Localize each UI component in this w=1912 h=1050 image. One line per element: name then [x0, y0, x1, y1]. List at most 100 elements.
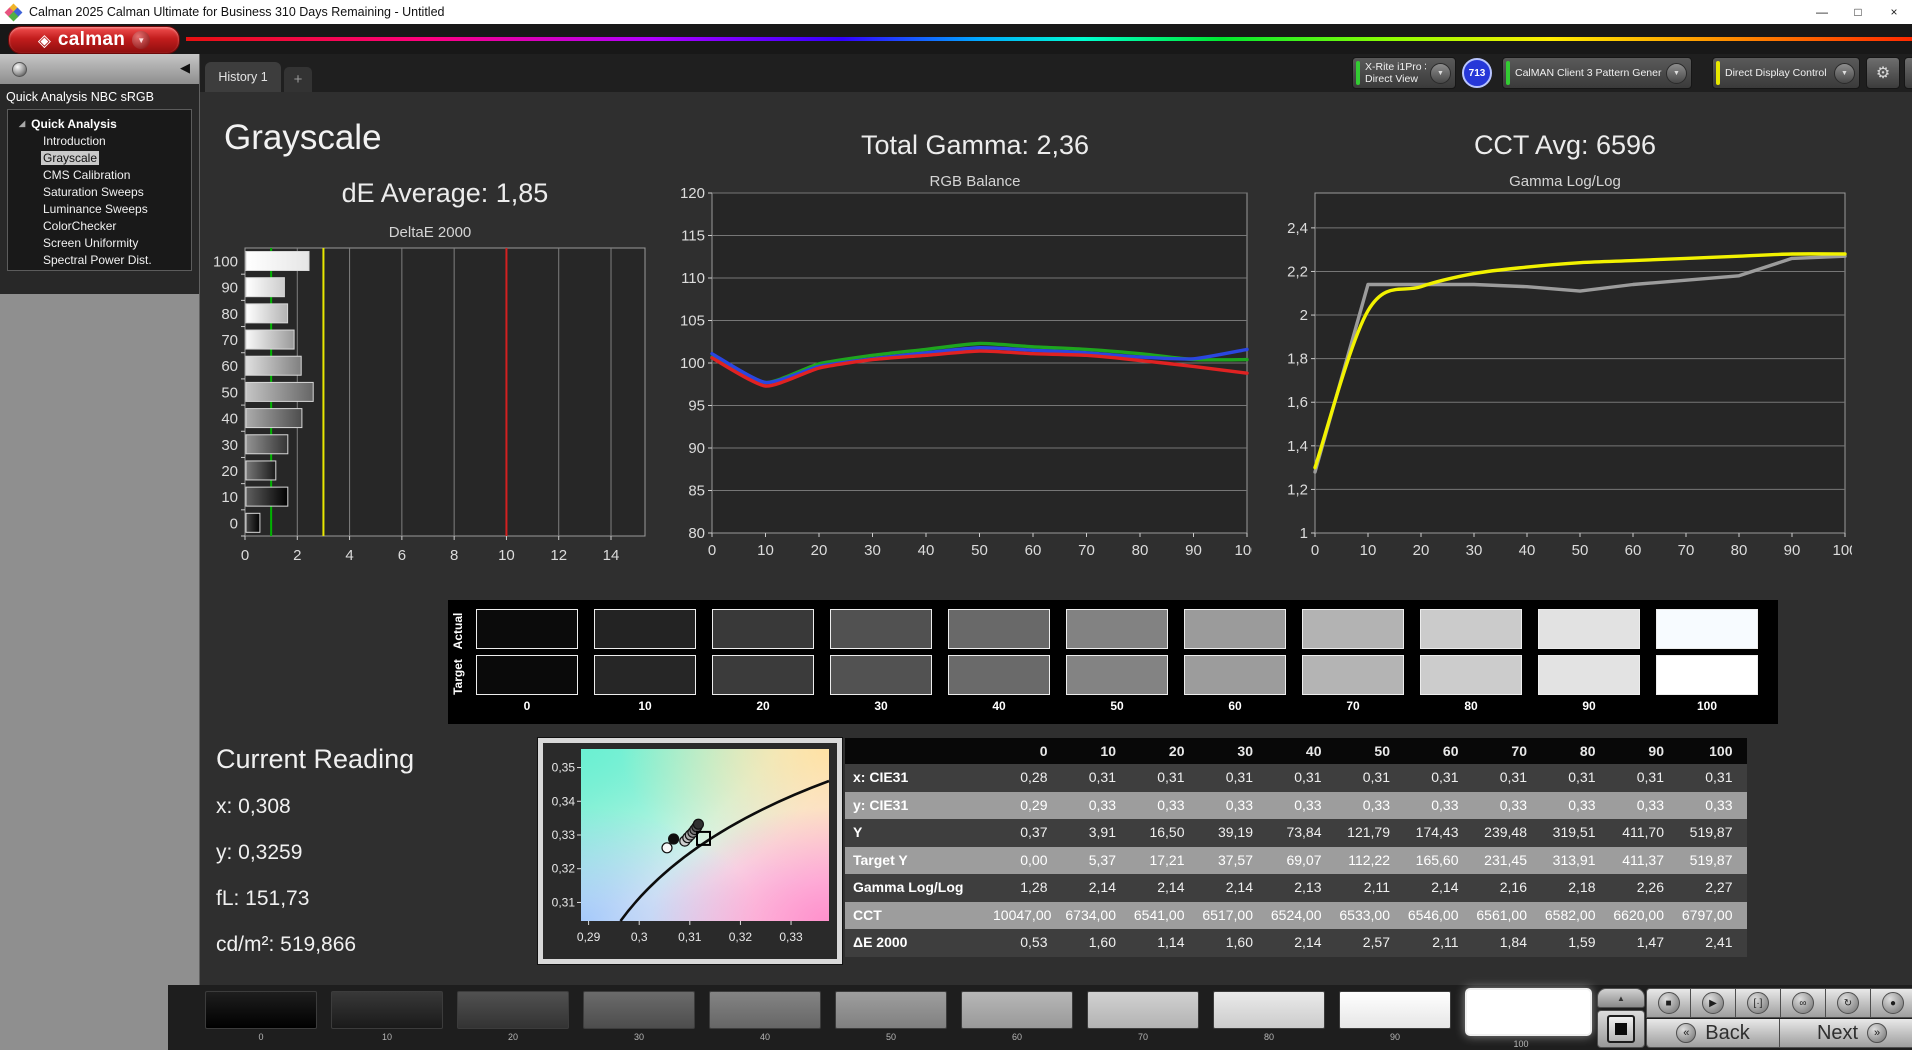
pattern-patch-70[interactable] [1087, 991, 1199, 1029]
patch-level-label: 50 [835, 1032, 947, 1042]
target-swatch-30 [830, 655, 932, 695]
sidebar-item-introduction[interactable]: Introduction [8, 133, 191, 150]
source-selector[interactable]: CalMAN Client 3 Pattern Generator ▼ [1502, 57, 1692, 89]
svg-text:10: 10 [1360, 542, 1377, 559]
table-cell: 0,31 [1130, 764, 1199, 792]
table-cell: 0,28 [993, 764, 1062, 792]
swatch-column-50: 50 [1066, 609, 1168, 713]
svg-text:20: 20 [811, 542, 828, 559]
table-row-label: Y [845, 819, 993, 847]
pattern-patch-cell-80: 80 [1213, 991, 1325, 1049]
table-cell: 239,48 [1473, 819, 1542, 847]
sidebar-item-spectral-power-dist-[interactable]: Spectral Power Dist. [8, 252, 191, 269]
tab-bar: History 1 + X-Rite i1Pro 3 Direct View ▼… [200, 54, 1912, 92]
continuous-button[interactable]: ∞ [1781, 988, 1826, 1018]
table-cell: 6546,00 [1404, 902, 1473, 930]
pattern-patch-cell-70: 70 [1087, 991, 1199, 1049]
tab-history-1[interactable]: History 1 [205, 62, 281, 92]
table-cell: 174,43 [1404, 819, 1473, 847]
pattern-patch-10[interactable] [331, 991, 443, 1029]
current-reading-lines: x: 0,308y: 0,3259fL: 151,73cd/m²: 519,86… [216, 795, 414, 957]
swatch-column-10: 10 [594, 609, 696, 713]
pattern-patch-90[interactable] [1339, 991, 1451, 1029]
target-swatch-20 [712, 655, 814, 695]
back-button[interactable]: « Back [1646, 1019, 1780, 1048]
pattern-patch-60[interactable] [961, 991, 1073, 1029]
sidebar-item-colorchecker[interactable]: ColorChecker [8, 218, 191, 235]
settings-button[interactable]: ⚙ [1866, 57, 1900, 89]
table-col-header: 50 [1336, 738, 1405, 764]
display-selector[interactable]: Direct Display Control ▼ [1712, 57, 1860, 89]
current-reading-value-2: fL: 151,73 [216, 887, 414, 911]
table-cell: 1,60 [1062, 929, 1131, 957]
swatch-column-100: 100 [1656, 609, 1758, 713]
table-cell: 1,84 [1473, 929, 1542, 957]
table-col-header: 20 [1130, 738, 1199, 764]
pattern-window-button[interactable] [1597, 1010, 1645, 1048]
target-swatch-60 [1184, 655, 1286, 695]
minimize-button[interactable]: — [1804, 0, 1840, 24]
pattern-patch-100[interactable] [1465, 988, 1592, 1036]
sidebar-item-grayscale[interactable]: Grayscale [8, 150, 191, 167]
patch-level-label: 100 [1465, 1039, 1577, 1049]
display-name: Direct Display Control [1725, 67, 1830, 79]
calman-menu-button[interactable]: ◈ calman ▼ [8, 26, 180, 54]
pattern-patch-0[interactable] [205, 991, 317, 1029]
pattern-patch-80[interactable] [1213, 991, 1325, 1029]
svg-text:80: 80 [1731, 542, 1748, 559]
table-cell: 2,14 [1199, 874, 1268, 902]
stop-button[interactable]: ■ [1646, 988, 1691, 1018]
svg-text:0: 0 [241, 547, 249, 564]
pattern-patch-50[interactable] [835, 991, 947, 1029]
svg-text:0,35: 0,35 [552, 761, 576, 775]
table-cell: 519,87 [1678, 819, 1747, 847]
loop-button[interactable]: ↻ [1826, 988, 1871, 1018]
table-cell: 0,31 [1199, 764, 1268, 792]
meter-selector[interactable]: X-Rite i1Pro 3 Direct View ▼ [1352, 57, 1456, 89]
table-col-header: 30 [1199, 738, 1268, 764]
table-cell: 112,22 [1336, 847, 1405, 875]
actual-swatch-10 [594, 609, 696, 649]
table-cell: 165,60 [1404, 847, 1473, 875]
page-title: Grayscale [224, 118, 382, 158]
patch-level-label: 10 [331, 1032, 443, 1042]
pattern-patch-20[interactable] [457, 991, 569, 1029]
table-cell: 2,27 [1678, 874, 1747, 902]
svg-text:6: 6 [398, 547, 406, 564]
sidebar-item-luminance-sweeps[interactable]: Luminance Sweeps [8, 201, 191, 218]
target-swatch-10 [594, 655, 696, 695]
pattern-patch-40[interactable] [709, 991, 821, 1029]
table-cell: 39,19 [1199, 819, 1268, 847]
sidebar-item-screen-uniformity[interactable]: Screen Uniformity [8, 235, 191, 252]
collapse-panel-button[interactable]: ◀ [1904, 57, 1912, 89]
table-cell: 1,28 [993, 874, 1062, 902]
svg-text:8: 8 [450, 547, 458, 564]
titlebar: Calman 2025 Calman Ultimate for Business… [0, 0, 1912, 24]
target-swatch-0 [476, 655, 578, 695]
deltae-bar-0 [246, 513, 260, 532]
pattern-range-button[interactable]: [·] [1736, 988, 1781, 1018]
table-cell: 0,33 [1130, 792, 1199, 820]
pattern-window-expand-button[interactable]: ▲ [1597, 988, 1645, 1008]
next-button[interactable]: Next » [1780, 1019, 1912, 1048]
pattern-patch-30[interactable] [583, 991, 695, 1029]
table-col-header: 40 [1267, 738, 1336, 764]
measure-button[interactable]: ● [1871, 988, 1912, 1018]
add-tab-button[interactable]: + [284, 67, 312, 92]
tree-root-quick-analysis[interactable]: ◢ Quick Analysis [8, 115, 191, 133]
close-button[interactable]: × [1876, 0, 1912, 24]
swatch-column-60: 60 [1184, 609, 1286, 713]
sidebar-item-cms-calibration[interactable]: CMS Calibration [8, 167, 191, 184]
collapse-sidebar-icon[interactable]: ◀ [180, 61, 190, 74]
swatch-column-80: 80 [1420, 609, 1522, 713]
maximize-button[interactable]: □ [1840, 0, 1876, 24]
svg-text:40: 40 [1519, 542, 1536, 559]
table-cell: 0,33 [1678, 792, 1747, 820]
play-button[interactable]: ▶ [1691, 988, 1736, 1018]
sidebar-item-saturation-sweeps[interactable]: Saturation Sweeps [8, 184, 191, 201]
tree-expander-icon: ◢ [19, 120, 25, 128]
cct-avg-stat: CCT Avg: 6596 [1295, 130, 1835, 161]
svg-text:0,29: 0,29 [577, 930, 601, 944]
measure-icon: ● [1882, 992, 1904, 1014]
table-cell: 2,14 [1267, 929, 1336, 957]
